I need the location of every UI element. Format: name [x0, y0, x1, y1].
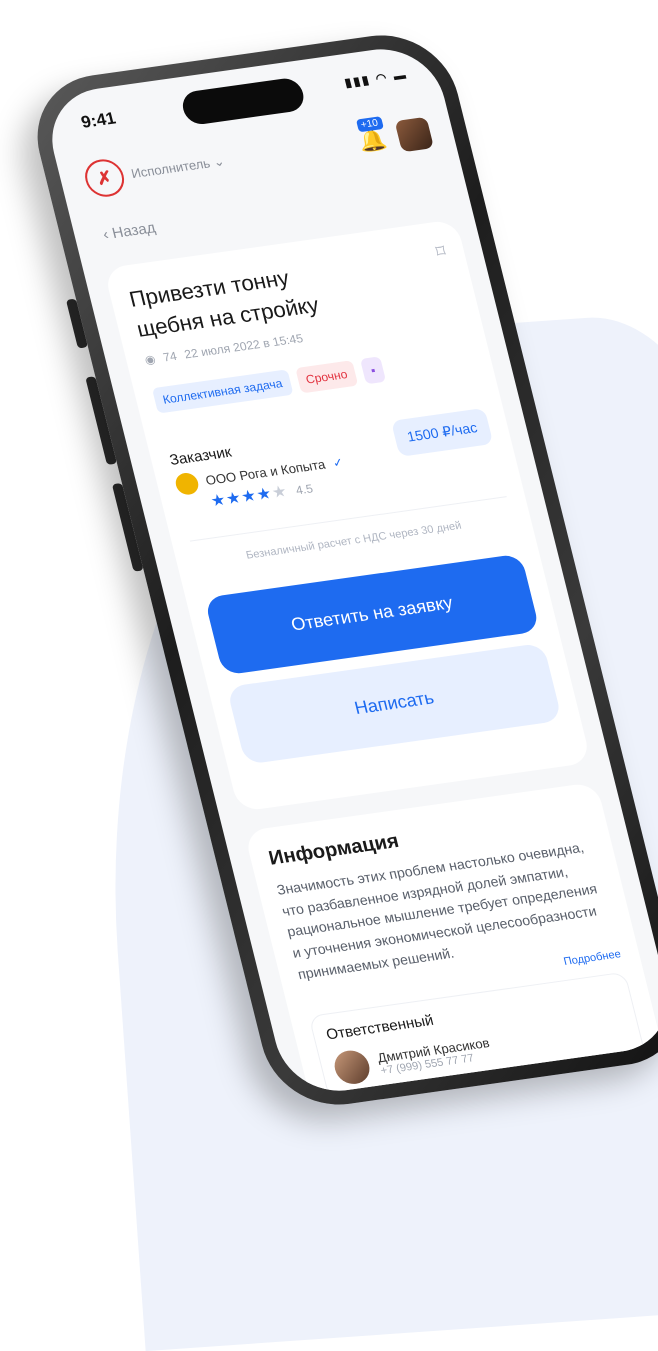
verified-icon: ✓	[331, 454, 345, 470]
responsible-avatar	[331, 1048, 374, 1087]
stage: 9:41 ▮▮▮ ◠ ▬ ✗ Исполнитель ⌄ 🔔 +10 ‹ Наз…	[0, 0, 658, 1201]
status-time: 9:41	[79, 108, 118, 132]
notifications-button[interactable]: 🔔 +10	[355, 116, 390, 155]
bookmark-icon[interactable]: ⌑	[434, 241, 458, 302]
rating-star-empty: ★	[270, 482, 290, 502]
rating-value: 4.5	[294, 481, 315, 498]
back-link[interactable]: ‹ Назад	[101, 219, 157, 243]
app-logo-icon[interactable]: ✗	[81, 156, 129, 200]
role-switcher[interactable]: Исполнитель ⌄	[130, 153, 227, 182]
tag-urgent: Срочно	[294, 359, 359, 394]
eye-icon: ◉	[143, 351, 157, 367]
user-avatar[interactable]	[394, 116, 435, 153]
tag-collective: Коллективная задача	[151, 368, 294, 414]
price-badge: 1500 ₽/час	[390, 407, 494, 457]
document-icon: ▪	[359, 355, 387, 384]
info-card: Информация Значимость этих проблем насто…	[243, 781, 658, 1099]
views-count: 74	[161, 348, 179, 365]
phone-mockup: 9:41 ▮▮▮ ◠ ▬ ✗ Исполнитель ⌄ 🔔 +10 ‹ Наз…	[22, 26, 658, 1114]
task-card: Привезти тонну щебня на стройку ⌑ ◉ 74 2…	[103, 219, 592, 812]
customer-logo	[173, 471, 201, 496]
status-icons: ▮▮▮ ◠ ▬	[343, 67, 410, 90]
